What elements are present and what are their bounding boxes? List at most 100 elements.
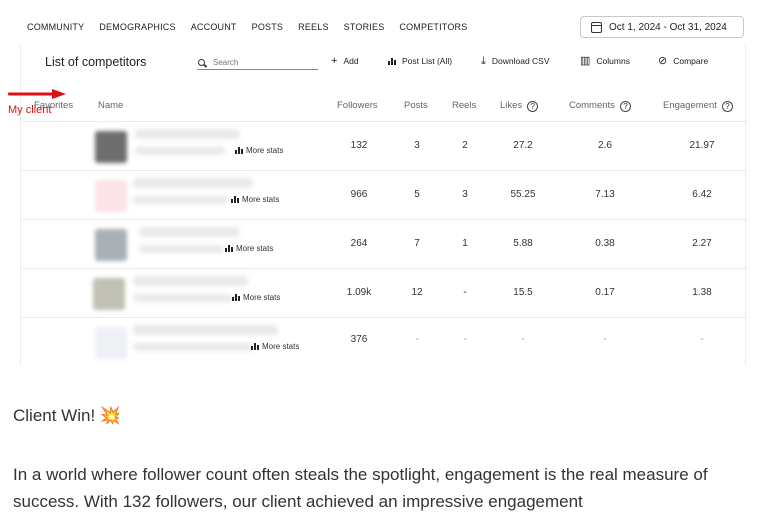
compare-button[interactable]: ⊘ Compare — [658, 55, 709, 67]
nav-tab-community[interactable]: COMMUNITY — [27, 22, 84, 32]
more-stats-link[interactable]: More stats — [251, 342, 299, 351]
blurred-handle — [133, 196, 228, 204]
nav-tab-demographics[interactable]: DEMOGRAPHICS — [99, 22, 175, 32]
header-engagement[interactable]: Engagement? — [663, 100, 733, 112]
nav-tab-posts[interactable]: POSTS — [252, 22, 284, 32]
nav-tab-stories[interactable]: STORIES — [344, 22, 385, 32]
cell-posts: 3 — [414, 140, 420, 151]
more-stats-link[interactable]: More stats — [231, 195, 279, 204]
nav-tab-reels[interactable]: REELS — [298, 22, 329, 32]
bar-chart-icon — [225, 245, 233, 252]
blurred-name — [135, 129, 240, 139]
cell-comments: - — [603, 334, 607, 345]
blurred-handle — [135, 147, 225, 155]
cell-engagement: 6.42 — [692, 189, 712, 200]
cell-reels: - — [463, 334, 467, 345]
top-navigation: COMMUNITY DEMOGRAPHICS ACCOUNT POSTS REE… — [0, 0, 762, 48]
link-icon: ⊘ — [658, 55, 668, 67]
post-list-label: Post List (All) — [402, 56, 453, 66]
more-stats-label: More stats — [262, 342, 300, 351]
table-row[interactable]: More stats 1.09k 12 - 15.5 0.17 1.38 — [21, 268, 747, 317]
help-icon[interactable]: ? — [527, 101, 539, 112]
cell-posts: 7 — [414, 238, 420, 249]
annotation-arrow — [8, 89, 66, 99]
search-icon — [198, 59, 205, 66]
add-button[interactable]: + Add — [331, 55, 359, 67]
cell-likes: 27.2 — [513, 140, 533, 151]
bar-chart-icon — [251, 343, 259, 350]
more-stats-link[interactable]: More stats — [232, 293, 280, 302]
cell-reels: 3 — [462, 189, 468, 200]
blurred-handle — [133, 294, 233, 302]
more-stats-link[interactable]: More stats — [225, 244, 273, 253]
header-comments-label: Comments — [569, 100, 615, 111]
nav-tab-competitors[interactable]: COMPETITORS — [399, 22, 467, 32]
cell-engagement: 1.38 — [692, 287, 712, 298]
blurred-name — [133, 178, 253, 188]
avatar — [95, 229, 127, 261]
more-stats-link[interactable]: More stats — [235, 146, 283, 155]
header-name[interactable]: Name — [98, 100, 123, 111]
header-likes-label: Likes — [500, 100, 523, 111]
header-likes[interactable]: Likes? — [500, 100, 539, 112]
table-row[interactable]: More stats 376 - - - - - — [21, 317, 747, 366]
post-headline: Client Win! 💥 — [13, 406, 122, 425]
help-icon[interactable]: ? — [619, 101, 631, 112]
panel-title: List of competitors — [45, 55, 147, 69]
cell-reels: 1 — [462, 238, 468, 249]
post-list-button[interactable]: Post List (All) — [388, 56, 452, 66]
blurred-name — [139, 227, 239, 237]
header-engagement-label: Engagement — [663, 100, 717, 111]
cell-followers: 264 — [350, 238, 368, 249]
plus-icon: + — [331, 55, 338, 67]
table-row[interactable]: More stats 264 7 1 5.88 0.38 2.27 — [21, 219, 747, 268]
post-paragraph: In a world where follower count often st… — [13, 465, 708, 511]
bar-chart-icon — [231, 196, 239, 203]
blurred-handle — [133, 343, 253, 351]
cell-posts: - — [415, 334, 419, 345]
help-icon[interactable]: ? — [721, 101, 733, 112]
add-label: Add — [343, 56, 359, 66]
cell-engagement: 21.97 — [689, 140, 715, 151]
more-stats-label: More stats — [243, 293, 281, 302]
search-field[interactable] — [197, 56, 318, 70]
table-row[interactable]: More stats 132 3 2 27.2 2.6 21.97 — [21, 121, 747, 170]
calendar-icon — [591, 21, 602, 33]
avatar — [95, 180, 127, 212]
more-stats-label: More stats — [242, 195, 280, 204]
cell-followers: 132 — [350, 140, 368, 151]
more-stats-label: More stats — [236, 244, 274, 253]
nav-tab-account[interactable]: ACCOUNT — [191, 22, 237, 32]
download-icon: ⤓ — [481, 55, 486, 67]
cell-comments: 0.17 — [595, 287, 615, 298]
cell-likes: 55.25 — [510, 189, 536, 200]
blurred-name — [133, 325, 278, 335]
header-reels[interactable]: Reels — [452, 100, 476, 111]
columns-button[interactable]: ▥ Columns — [580, 55, 630, 67]
cell-comments: 7.13 — [595, 189, 615, 200]
cell-followers: 1.09k — [346, 287, 372, 298]
header-followers[interactable]: Followers — [337, 100, 378, 111]
my-client-label: My client — [8, 104, 52, 116]
date-range-label: Oct 1, 2024 - Oct 31, 2024 — [609, 21, 727, 33]
bar-chart-icon — [235, 147, 243, 154]
cell-followers: 966 — [350, 189, 368, 200]
columns-icon: ▥ — [580, 55, 591, 67]
bar-chart-icon — [232, 294, 240, 301]
compare-label: Compare — [673, 56, 709, 66]
table-row[interactable]: More stats 966 5 3 55.25 7.13 6.42 — [21, 170, 747, 219]
avatar — [95, 131, 127, 163]
date-range-picker[interactable]: Oct 1, 2024 - Oct 31, 2024 — [580, 16, 744, 38]
cell-comments: 2.6 — [598, 140, 612, 151]
download-csv-button[interactable]: ⤓ Download CSV — [481, 55, 550, 67]
search-input[interactable] — [213, 58, 313, 67]
blurred-name — [133, 276, 248, 286]
avatar — [93, 278, 125, 310]
columns-label: Columns — [596, 56, 630, 66]
header-comments[interactable]: Comments? — [569, 100, 631, 112]
header-posts[interactable]: Posts — [404, 100, 428, 111]
cell-reels: 2 — [462, 140, 468, 151]
nav-tabs: COMMUNITY DEMOGRAPHICS ACCOUNT POSTS REE… — [27, 22, 482, 32]
cell-likes: - — [521, 334, 525, 345]
cell-engagement: - — [700, 334, 704, 345]
